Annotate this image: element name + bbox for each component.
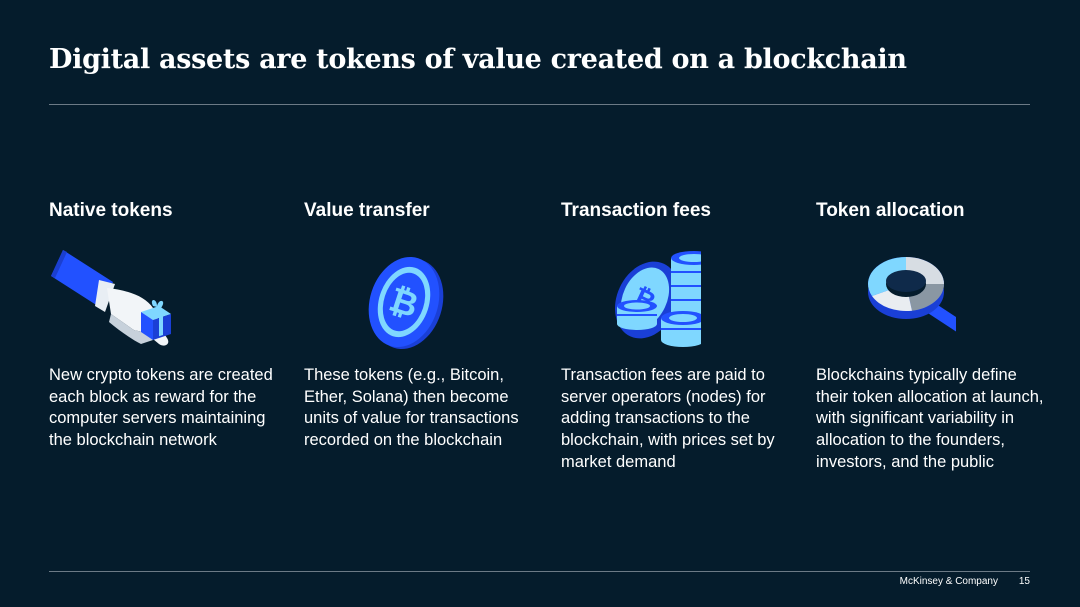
bitcoin-coin-icon: ₿ <box>304 248 444 356</box>
hand-giving-gift-icon <box>49 248 189 356</box>
column-description: Transaction fees are paid to server oper… <box>561 366 775 471</box>
slide-title: Digital assets are tokens of value creat… <box>49 44 907 75</box>
magnifier-pie-chart-icon <box>816 248 956 356</box>
title-divider <box>49 104 1030 105</box>
column-heading: Token allocation <box>816 200 965 221</box>
column-description: New crypto tokens are created each block… <box>49 366 273 450</box>
column-value-transfer: Value transfer ₿ These tokens (e.g., Bit… <box>304 198 536 449</box>
column-description: These tokens (e.g., Bitcoin, Ether, Sola… <box>304 366 519 450</box>
column-description: Blockchains typically define their token… <box>816 366 1044 471</box>
column-heading: Transaction fees <box>561 200 711 221</box>
column-native-tokens: Native tokens New crypto tokens are crea… <box>49 198 281 449</box>
footer-divider <box>49 571 1030 572</box>
column-token-allocation: Token allocation Blockchains typically d… <box>816 198 1048 471</box>
column-heading: Native tokens <box>49 200 173 221</box>
page-number: 15 <box>1018 576 1030 587</box>
column-heading: Value transfer <box>304 200 430 221</box>
footer-brand: McKinsey & Company <box>899 576 998 587</box>
column-transaction-fees: Transaction fees ₿ Transaction fees are … <box>561 198 793 471</box>
coin-stacks-icon: ₿ <box>561 248 701 356</box>
